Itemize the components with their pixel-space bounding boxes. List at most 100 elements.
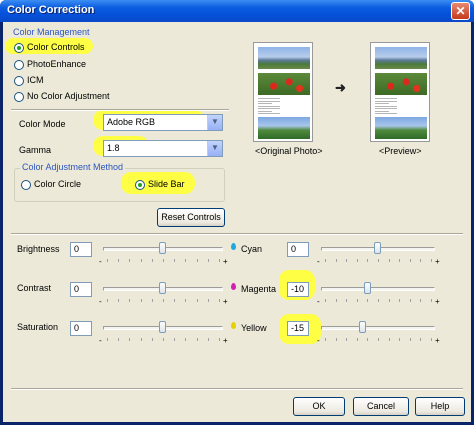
preview-text-line: [375, 113, 397, 114]
radio-label-photoenhance: PhotoEnhance: [27, 59, 87, 69]
slider-tick: [409, 259, 411, 262]
chevron-down-icon[interactable]: ▼: [207, 115, 222, 130]
slider-minus-sign: -: [317, 336, 320, 345]
radio-color-circle[interactable]: [21, 180, 31, 190]
dialog-body: Color Management Color Controls PhotoEnh…: [3, 22, 471, 422]
slider-tick: [185, 259, 187, 262]
slider-tick: [420, 338, 422, 341]
cyan-label: Cyan: [241, 244, 263, 254]
slider-tick: [431, 338, 432, 341]
arrow-right-icon: ➜: [335, 80, 346, 95]
preview-text-line: [375, 98, 397, 99]
slider-plus-sign: +: [223, 297, 228, 306]
separator: [11, 233, 463, 235]
color-mode-dropdown[interactable]: Adobe RGB ▼: [103, 114, 223, 131]
slider-plus-sign: +: [435, 297, 440, 306]
color-management-label: Color Management: [11, 27, 92, 37]
slider-tick: [196, 259, 198, 262]
yellow-input[interactable]: -15: [287, 321, 309, 336]
slider-tick: [431, 259, 432, 262]
cyan-drop-icon: [231, 243, 236, 250]
magenta-slider-thumb[interactable]: [364, 282, 372, 294]
slider-tick: [163, 338, 164, 341]
slider-tick: [129, 299, 131, 302]
contrast-label: Contrast: [17, 283, 52, 293]
slider-tick: [335, 259, 337, 262]
slider-tick: [163, 299, 164, 302]
slider-plus-sign: +: [435, 257, 440, 266]
slider-tick: [118, 338, 120, 341]
slider-tick: [140, 338, 142, 341]
brightness-slider-thumb[interactable]: [159, 242, 166, 254]
slider-tick: [399, 299, 401, 302]
yellow-drop-icon: [231, 322, 236, 329]
preview-text-line: [375, 103, 389, 104]
gamma-dropdown[interactable]: 1.8 ▼: [103, 140, 223, 157]
slider-plus-sign: +: [223, 257, 228, 266]
slider-tick: [335, 299, 337, 302]
ok-button[interactable]: OK: [293, 397, 345, 416]
slider-tick: [378, 338, 379, 341]
magenta-input[interactable]: -10: [287, 282, 309, 297]
radio-slide-bar[interactable]: [135, 180, 145, 190]
contrast-input[interactable]: 0: [70, 282, 92, 297]
yellow-label: Yellow: [241, 323, 267, 333]
close-button[interactable]: ✕: [451, 2, 470, 20]
radio-no-color-adjustment[interactable]: [14, 92, 24, 102]
help-button[interactable]: Help: [415, 397, 465, 416]
yellow-slider-track[interactable]: [321, 326, 435, 330]
preview-text-line: [258, 103, 272, 104]
slider-tick: [129, 259, 131, 262]
preview-thumbnail: [370, 42, 430, 142]
preview-text-line: [375, 108, 397, 109]
slider-tick: [107, 259, 108, 262]
slider-tick: [388, 338, 390, 341]
radio-color-controls[interactable]: [14, 43, 24, 53]
preview-text-line: [258, 110, 272, 112]
cyan-input[interactable]: 0: [287, 242, 309, 257]
contrast-slider-thumb[interactable]: [159, 282, 166, 294]
preview-text-line: [258, 113, 280, 114]
window-title: Color Correction: [7, 4, 95, 16]
magenta-label: Magenta: [241, 284, 277, 294]
slider-tick: [118, 299, 120, 302]
slider-tick: [431, 299, 432, 302]
color-mode-label: Color Mode: [19, 119, 66, 129]
cyan-slider-thumb[interactable]: [374, 242, 381, 254]
preview-label: <Preview>: [379, 146, 422, 156]
yellow-slider-thumb[interactable]: [359, 321, 367, 333]
reset-controls-button[interactable]: Reset Controls: [157, 208, 225, 227]
color-mode-value: Adobe RGB: [107, 117, 156, 127]
cancel-button[interactable]: Cancel: [353, 397, 409, 416]
slider-plus-sign: +: [223, 336, 228, 345]
preview-photo: [375, 73, 427, 95]
slider-tick: [346, 299, 348, 302]
title-bar[interactable]: Color Correction ✕: [0, 0, 474, 22]
slider-minus-sign: -: [99, 257, 102, 266]
slider-tick: [185, 299, 187, 302]
preview-photo: [258, 47, 310, 69]
slider-tick: [129, 338, 131, 341]
slider-tick: [325, 299, 326, 302]
saturation-slider-thumb[interactable]: [159, 321, 166, 333]
brightness-input[interactable]: 0: [70, 242, 92, 257]
preview-text-line: [375, 110, 389, 112]
magenta-slider-track[interactable]: [321, 287, 435, 291]
preview-text-line: [258, 108, 280, 109]
slider-tick: [196, 299, 198, 302]
slider-tick: [399, 338, 401, 341]
saturation-input[interactable]: 0: [70, 321, 92, 336]
slider-tick: [409, 338, 411, 341]
slider-tick: [151, 259, 153, 262]
preview-photo: [258, 73, 310, 95]
chevron-down-icon[interactable]: ▼: [207, 141, 222, 156]
slider-tick: [207, 338, 209, 341]
preview-text-line: [258, 98, 280, 99]
slider-tick: [140, 299, 142, 302]
slider-tick: [378, 259, 379, 262]
saturation-label: Saturation: [17, 322, 59, 332]
slider-tick: [107, 338, 108, 341]
radio-photoenhance[interactable]: [14, 60, 24, 70]
radio-icm[interactable]: [14, 76, 24, 86]
brightness-label: Brightness: [17, 244, 60, 254]
